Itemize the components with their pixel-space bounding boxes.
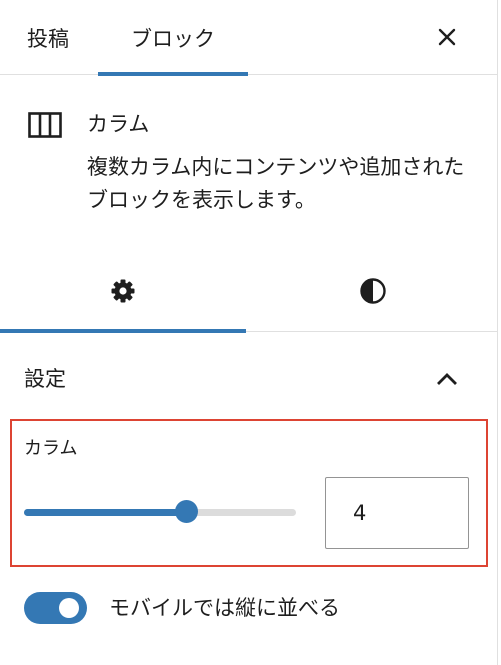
- inspector-tabs: [0, 250, 498, 333]
- toggle-knob: [59, 598, 79, 618]
- tab-post[interactable]: 投稿: [0, 0, 96, 75]
- sidebar-header: 投稿 ブロック: [0, 0, 498, 76]
- stack-on-mobile-toggle[interactable]: [24, 592, 87, 624]
- block-card: カラム 複数カラム内にコンテンツや追加されたブロックを表示します。: [0, 76, 498, 228]
- columns-label: カラム: [24, 438, 78, 459]
- columns-range-fill: [24, 509, 187, 516]
- close-button[interactable]: [424, 14, 470, 60]
- gear-icon: [111, 279, 135, 303]
- columns-range-slider[interactable]: [24, 509, 296, 516]
- columns-icon: [28, 112, 62, 138]
- block-inspector-panel: 投稿 ブロック カラム 複数カラム内にコンテンツや追加されたブロックを表示します…: [0, 0, 498, 665]
- tab-styles[interactable]: [248, 250, 498, 332]
- close-icon: [438, 28, 456, 46]
- settings-panel-toggle[interactable]: 設定: [0, 346, 498, 412]
- block-title: カラム: [87, 112, 150, 136]
- columns-number-input[interactable]: [325, 477, 469, 549]
- stack-on-mobile-label: モバイルでは縦に並べる: [109, 596, 340, 620]
- contrast-icon: [360, 278, 386, 304]
- settings-title: 設定: [24, 367, 66, 391]
- columns-range-thumb[interactable]: [175, 500, 198, 523]
- chevron-up-icon: [437, 373, 457, 385]
- tab-block[interactable]: ブロック: [98, 0, 248, 76]
- block-description: 複数カラム内にコンテンツや追加されたブロックを表示します。: [87, 155, 465, 212]
- tab-settings[interactable]: [0, 250, 246, 333]
